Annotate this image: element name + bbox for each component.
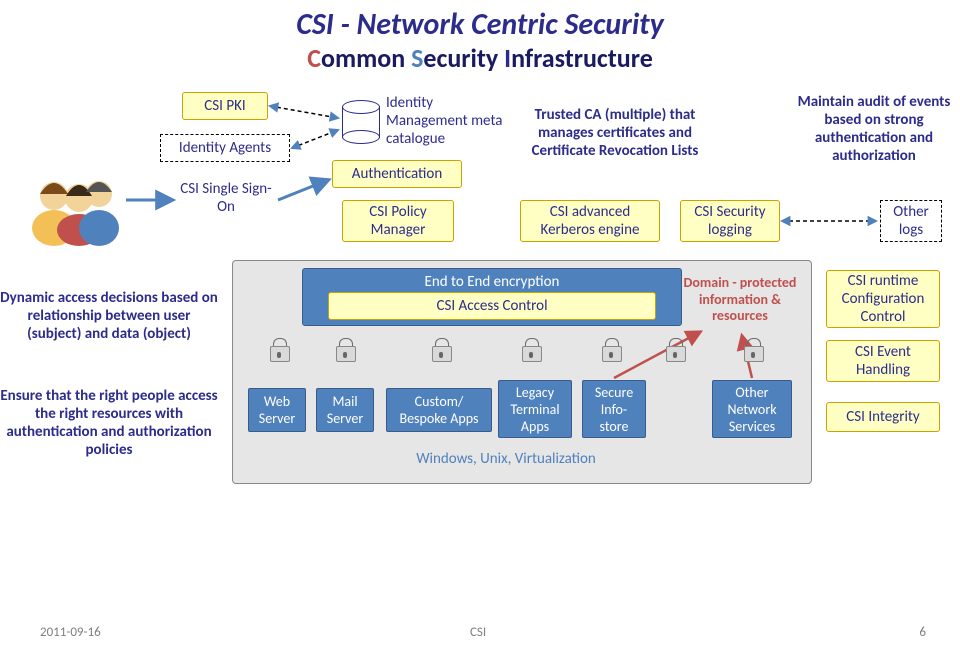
identity-agents-box: Identity Agents — [160, 134, 290, 162]
other-net-box: Other Network Services — [712, 380, 792, 438]
access-control-box: CSI Access Control — [328, 292, 656, 320]
policy-box: CSI Policy Manager — [342, 200, 454, 242]
lock-icon — [270, 338, 288, 362]
csi-pki-box: CSI PKI — [182, 92, 268, 120]
subtitle: Common Security Infrastructure — [0, 42, 960, 74]
trusted-ca-text: Trusted CA (multiple) that manages certi… — [530, 84, 700, 182]
title: CSI - Network Centric Security — [0, 6, 960, 43]
other-logs-box: Other logs — [880, 200, 942, 242]
sso-text: CSI Single Sign-On — [176, 178, 276, 218]
db-icon — [342, 100, 380, 144]
kerberos-box: CSI advanced Kerberos engine — [520, 200, 660, 242]
slide: CSI - Network Centric Security Common Se… — [0, 0, 960, 648]
dynamic-access-text: Dynamic access decisions based on relati… — [0, 276, 218, 356]
lock-icon — [602, 338, 620, 362]
idm-text: Identity Management meta catalogue — [386, 92, 506, 150]
platform-text: Windows, Unix, Virtualization — [376, 450, 636, 468]
lock-icon — [744, 338, 762, 362]
event-handling-box: CSI Event Handling — [826, 340, 940, 382]
legacy-apps-box: Legacy Terminal Apps — [498, 380, 572, 438]
domain-text: Domain - protected information & resourc… — [672, 270, 808, 330]
footer-date: 2011-09-16 — [40, 625, 101, 640]
footer-page: 6 — [919, 625, 926, 640]
footer-center: CSI — [470, 625, 486, 640]
lock-icon — [336, 338, 354, 362]
ensure-text: Ensure that the right people access the … — [0, 378, 218, 468]
web-server-box: Web Server — [248, 388, 306, 432]
lock-icon — [666, 338, 684, 362]
auth-box: Authentication — [332, 160, 462, 188]
lock-icon — [522, 338, 540, 362]
sec-logging-box: CSI Security logging — [680, 200, 780, 242]
custom-apps-box: Custom/ Bespoke Apps — [386, 388, 492, 432]
integrity-box: CSI Integrity — [826, 402, 940, 432]
mail-server-box: Mail Server — [316, 388, 374, 432]
people-icon — [24, 158, 124, 248]
audit-text: Maintain audit of events based on strong… — [792, 84, 956, 174]
runtime-box: CSI runtime Configuration Control — [826, 270, 940, 328]
secure-infostore-box: Secure Info-store — [582, 380, 646, 438]
lock-icon — [432, 338, 450, 362]
